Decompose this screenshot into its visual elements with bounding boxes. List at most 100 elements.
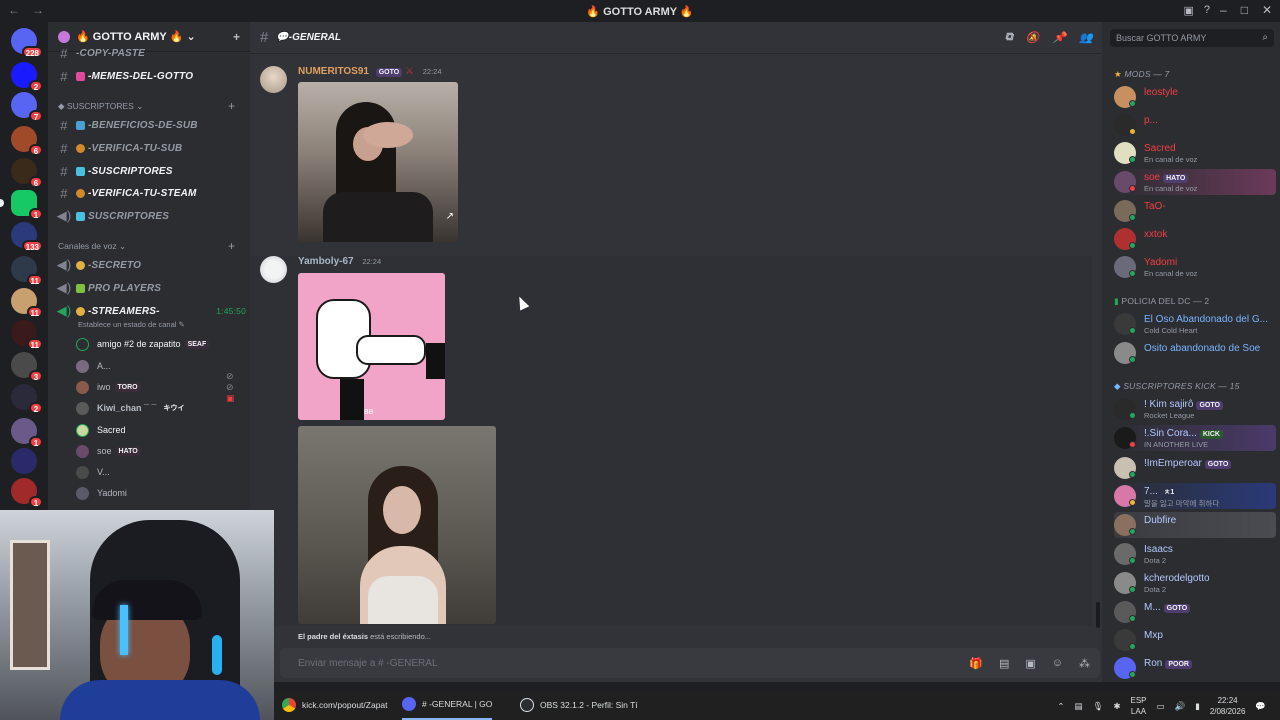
kick-server-icon[interactable]: 1 [0, 190, 43, 220]
server-icon[interactable]: 11 [11, 256, 43, 286]
help-icon[interactable]: ? [1204, 4, 1210, 17]
scrollbar[interactable] [1096, 602, 1100, 628]
member-item[interactable]: soe HATO En canal de voz [1114, 169, 1276, 195]
voice-user[interactable]: soeHATO⊘ [76, 442, 141, 460]
voice-user[interactable]: A... [76, 357, 111, 375]
search-input[interactable]: Buscar GOTTO ARMY ⌕ [1110, 29, 1274, 47]
voice-user[interactable]: V...⊘ [76, 463, 110, 481]
apps-icon[interactable]: ⁂ [1079, 657, 1090, 670]
server-icon[interactable]: 2 [11, 62, 43, 92]
gif-image[interactable]: ↗ [298, 82, 458, 242]
notifications-icon[interactable]: 🔕 [1026, 31, 1040, 44]
channel-verifica-tu-steam[interactable]: # -VERIFICA-TU-STEAM [56, 184, 197, 202]
add-channel-icon[interactable]: + [228, 99, 235, 113]
member-item[interactable]: ! Kim sajirô GOTO Rocket League [1114, 396, 1274, 422]
threads-icon[interactable]: ⧉ [1005, 31, 1013, 44]
gif-image[interactable]: BB [298, 273, 445, 420]
direct-messages-button[interactable]: 228 [11, 28, 43, 58]
member-item[interactable]: !ImEmperoar GOTO [1114, 455, 1274, 481]
chat-area: # 💬 -GENERAL ⧉ 🔕 📌 👥 NUMERITOS91 GOTO ⚔ … [250, 22, 1102, 682]
member-item[interactable]: Isaacs Dota 2 [1114, 541, 1274, 567]
channel-status[interactable]: Establece un estado de canal ✎ [78, 320, 185, 329]
voice-channel-suscriptores[interactable]: ◀) SUSCRIPTORES [56, 207, 169, 225]
server-icon[interactable]: 11 [11, 320, 43, 350]
gif-image[interactable] [298, 426, 496, 624]
member-item[interactable]: p... [1114, 112, 1274, 138]
message: Yamboly-67 22:24 BB [250, 256, 1092, 626]
voice-user[interactable]: Yadomi [76, 484, 127, 502]
gift-icon[interactable]: 🎁 [969, 657, 983, 670]
voice-user[interactable]: Sacred [76, 421, 126, 439]
server-icon[interactable]: 133 [11, 222, 43, 252]
avatar[interactable] [260, 66, 287, 93]
microphone-icon[interactable]: 🎙 [1093, 701, 1104, 712]
voice-user[interactable]: amigo #2 de zapatito SEAF [76, 335, 210, 353]
voice-channel-streamers[interactable]: ◀) -STREAMERS- 1:45:50 [56, 302, 246, 320]
chevron-up-icon[interactable]: ⌃ [1057, 701, 1064, 712]
tray-app-icon[interactable]: ▤ [1075, 701, 1083, 712]
channel-suscriptores[interactable]: # -SUSCRIPTORES [56, 162, 173, 180]
avatar [76, 337, 89, 351]
add-member-icon[interactable]: + [233, 30, 240, 44]
notification-icon[interactable]: 💬 [1255, 701, 1266, 712]
minimize-button[interactable]: – [1220, 3, 1227, 17]
member-item[interactable]: Sacred En canal de voz [1114, 140, 1274, 166]
bluetooth-icon[interactable]: ✱ [1113, 701, 1120, 712]
server-icon[interactable]: 7 [11, 92, 43, 122]
member-item[interactable]: El Oso Abandonado del G... Cold Cold Hear… [1114, 311, 1274, 337]
server-icon[interactable]: 6 [11, 126, 43, 156]
taskbar-item-discord[interactable]: # -GENERAL | GO [402, 690, 493, 720]
username[interactable]: Yamboly-67 [298, 256, 354, 267]
add-channel-icon[interactable]: + [228, 239, 235, 253]
member-item[interactable]: TaO- [1114, 198, 1274, 224]
battery-icon[interactable]: ▮ [1195, 701, 1200, 712]
gif-icon[interactable]: ▤ [999, 657, 1009, 670]
member-item[interactable]: !.Sin Cora... KICK IN ANOTHER LIVE [1114, 425, 1276, 451]
inbox-icon[interactable]: ▣ [1183, 4, 1193, 17]
channel-verifica-tu-sub[interactable]: # -VERIFICA-TU-SUB [56, 139, 182, 157]
taskbar-item-obs[interactable]: OBS 32.1.2 - Perfil: Sin Tí [520, 690, 638, 720]
member-list-icon[interactable]: 👥 [1079, 31, 1093, 44]
voice-user[interactable]: iwo TORO ⊘ ⊘ ▣ [76, 371, 235, 403]
member-item[interactable]: Dubfire [1114, 512, 1276, 538]
channel-copy-paste[interactable]: # -COPY-PASTE [56, 44, 145, 62]
volume-icon[interactable]: 🔊 [1175, 701, 1186, 712]
server-icon[interactable]: 2 [11, 384, 43, 414]
member-item[interactable]: Yadomi En canal de voz [1114, 254, 1274, 280]
server-icon[interactable] [11, 448, 37, 474]
taskbar-item-chrome[interactable]: kick.com/popout/Zapat [282, 690, 388, 720]
network-icon[interactable]: ▭ [1157, 701, 1165, 712]
voice-channel-secreto[interactable]: ◀) -SECRETO [56, 256, 141, 274]
member-item[interactable]: leostyle [1114, 84, 1274, 110]
member-item[interactable]: Mxp [1114, 627, 1274, 653]
username[interactable]: NUMERITOS91 [298, 66, 369, 77]
fire-icon: 🔥 ⌄ [166, 31, 196, 43]
server-icon[interactable]: 11 [11, 288, 43, 318]
guild-icon [58, 30, 70, 43]
member-item[interactable]: M... GOTO [1114, 599, 1274, 625]
member-item[interactable]: 7... ㅊ1 말을 잃고 마악에 취하다 [1114, 483, 1276, 509]
member-item[interactable]: Ron POOR [1114, 655, 1274, 681]
voice-user[interactable]: Kiwi_chan ¯ ¯キウイ⊘ [76, 399, 187, 417]
avatar[interactable] [260, 256, 287, 283]
channel-beneficios-de-sub[interactable]: # -BENEFICIOS-DE-SUB [56, 116, 198, 134]
category-voice[interactable]: Canales de voz ⌄ + [58, 239, 235, 253]
maximize-button[interactable]: □ [1241, 3, 1248, 17]
message-input[interactable]: Enviar mensaje a # -GENERAL 🎁 ▤ ▣ ☺ ⁂ [280, 648, 1100, 678]
member-item[interactable]: kcherodelgotto Dota 2 [1114, 570, 1274, 596]
pin-icon[interactable]: 📌 [1053, 31, 1067, 44]
voice-channel-pro-players[interactable]: ◀) PRO PLAYERS [56, 279, 161, 297]
close-button[interactable]: ✕ [1262, 3, 1272, 17]
server-icon[interactable]: 6 [11, 158, 43, 188]
server-icon[interactable]: 3 [11, 352, 43, 382]
server-icon[interactable]: 1 [11, 418, 43, 448]
member-item[interactable]: xxtok [1114, 226, 1274, 252]
member-item[interactable]: Osito abandonado de Soe [1114, 340, 1274, 366]
language-indicator[interactable]: ESP LAA [1130, 695, 1146, 717]
sticker-icon[interactable]: ▣ [1025, 657, 1035, 670]
emoji-icon[interactable]: ☺ [1052, 657, 1063, 670]
category-suscriptores[interactable]: ◆ SUSCRIPTORES ⌄ + [58, 99, 235, 113]
channel-memes-del-gotto[interactable]: # -MEMES-DEL-GOTTO [56, 67, 193, 85]
clock[interactable]: 22:24 2/08/2026 [1210, 695, 1246, 717]
server-icon[interactable]: 1 [11, 478, 43, 508]
